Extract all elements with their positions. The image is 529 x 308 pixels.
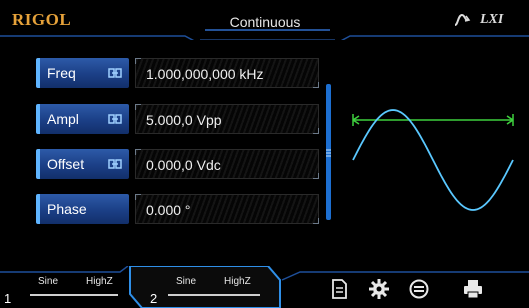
- field-corner: [313, 218, 319, 224]
- field-corner: [135, 149, 141, 155]
- scroll-grip-icon: [326, 149, 331, 157]
- field-corner: [313, 82, 319, 88]
- channel-1-number: 1: [4, 291, 12, 306]
- remote-icon: [454, 13, 471, 26]
- link-icon[interactable]: [108, 67, 122, 79]
- channel-1-load: HighZ: [86, 276, 113, 287]
- channel-2-tab[interactable]: 2 Sine HighZ: [146, 266, 278, 308]
- freq-button[interactable]: Freq: [36, 58, 129, 88]
- channel-2-load: HighZ: [224, 276, 251, 287]
- file-icon[interactable]: [328, 278, 350, 300]
- channel-2-number: 2: [150, 291, 158, 306]
- field-corner: [135, 104, 141, 110]
- offset-value-field[interactable]: 0.000,0 Vdc: [135, 149, 319, 179]
- settings-gear-icon[interactable]: [368, 278, 390, 300]
- print-icon[interactable]: [462, 278, 484, 300]
- phase-value-field[interactable]: 0.000 °: [135, 194, 319, 224]
- offset-value: 0.000,0 Vdc: [146, 157, 221, 173]
- offset-button[interactable]: Offset: [36, 149, 129, 179]
- sine-wave: [352, 109, 514, 211]
- channel-1-waveform: Sine: [38, 276, 59, 287]
- freq-value-field[interactable]: 1.000,000,000 kHz: [135, 58, 319, 88]
- link-icon[interactable]: [108, 113, 122, 125]
- freq-value: 1.000,000,000 kHz: [146, 66, 264, 82]
- ampl-value-field[interactable]: 5.000,0 Vpp: [135, 104, 319, 134]
- channel-2-underline: [168, 294, 260, 296]
- channel-1-tab[interactable]: 1 Sine HighZ: [0, 266, 128, 308]
- freq-label: Freq: [47, 65, 76, 81]
- offset-label: Offset: [47, 156, 85, 172]
- lxi-icon: LXI: [480, 12, 504, 27]
- field-corner: [313, 173, 319, 179]
- channel-1-underline: [30, 294, 118, 296]
- ampl-value: 5.000,0 Vpp: [146, 112, 222, 128]
- field-corner: [135, 194, 141, 200]
- link-icon[interactable]: [108, 158, 122, 170]
- sync-icon[interactable]: [408, 278, 430, 300]
- field-corner: [135, 58, 141, 64]
- mode-title: Continuous: [229, 14, 301, 30]
- phase-value: 0.000 °: [146, 202, 191, 218]
- status-bar: RIGOL Continuous LXI: [0, 0, 529, 40]
- channel-2-waveform: Sine: [176, 276, 197, 287]
- phase-button[interactable]: Phase: [36, 194, 129, 224]
- ampl-label: Ampl: [47, 111, 79, 127]
- channel-bar: 1 Sine HighZ 2 Sine HighZ: [0, 266, 529, 308]
- waveform-preview: [352, 109, 514, 211]
- field-corner: [313, 128, 319, 134]
- ampl-button[interactable]: Ampl: [36, 104, 129, 134]
- phase-label: Phase: [47, 201, 87, 217]
